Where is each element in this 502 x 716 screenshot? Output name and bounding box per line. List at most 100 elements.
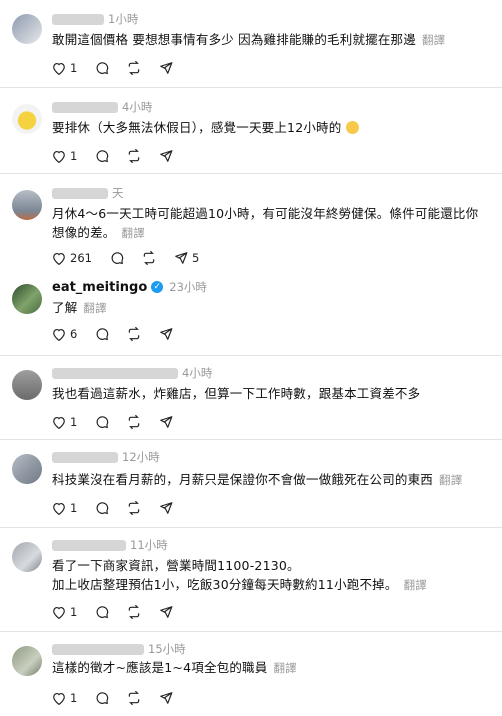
comment-text-content: 了解 xyxy=(52,300,78,315)
blurred-username[interactable] xyxy=(52,101,118,113)
blurred-username[interactable] xyxy=(52,539,126,551)
repost-button[interactable] xyxy=(127,327,141,341)
comment-text: 科技業沒在看月薪的，月薪只是保證你不會做一做餓死在公司的東西 翻譯 xyxy=(52,470,486,490)
action-bar: 1 xyxy=(52,412,191,432)
timestamp: 1小時 xyxy=(108,12,139,26)
repost-button[interactable] xyxy=(127,501,141,515)
author-reply-item: eat_meitingo ✓ 23小時 了解 翻譯 6 xyxy=(0,274,502,356)
repost-icon xyxy=(129,415,140,429)
comment-item: 4小時 要排休（大多無法休假日），感覺一天要上12小時的 1 xyxy=(0,88,502,174)
comment-text: 敢開這個價格 要想想事情有多少 因為雞排能賺的毛利就擺在那邊 翻譯 xyxy=(52,30,486,50)
comment-item: 天 月休4～6一天工時可能超過10小時，有可能沒年終勞健保。條件可能還比你想像的… xyxy=(0,174,502,274)
repost-button[interactable] xyxy=(127,149,141,163)
reply-button[interactable] xyxy=(95,691,109,705)
comment-text: 看了一下商家資訊，營業時間1100-2130。 加上收店整理預估1小，吃飯30分… xyxy=(52,556,486,595)
reply-button[interactable] xyxy=(95,605,109,619)
heart-icon xyxy=(53,692,65,705)
share-button[interactable] xyxy=(159,61,173,75)
reply-button[interactable] xyxy=(95,149,109,163)
heart-icon xyxy=(53,606,65,619)
comment-item: 15小時 這樣的徵才~應該是1~4項全包的職員 翻譯 1 xyxy=(0,632,502,716)
username[interactable]: eat_meitingo xyxy=(52,280,147,295)
avatar[interactable] xyxy=(12,104,42,134)
comment-icon xyxy=(96,328,109,341)
reply-button[interactable] xyxy=(95,61,109,75)
blurred-username[interactable] xyxy=(52,367,178,379)
like-count: 6 xyxy=(70,327,78,341)
like-button[interactable]: 6 xyxy=(52,327,77,341)
repost-icon xyxy=(129,691,140,705)
repost-button[interactable] xyxy=(127,691,141,705)
translate-link[interactable]: 翻譯 xyxy=(273,661,296,675)
share-button[interactable] xyxy=(159,501,173,515)
send-icon xyxy=(160,328,173,340)
blurred-username[interactable] xyxy=(52,451,118,463)
comment-icon xyxy=(111,252,124,265)
like-button[interactable]: 261 xyxy=(52,251,92,265)
share-count: 5 xyxy=(191,251,200,265)
like-button[interactable]: 1 xyxy=(52,691,77,705)
action-bar: 6 xyxy=(52,324,191,344)
action-bar: 1 xyxy=(52,602,191,622)
avatar[interactable] xyxy=(12,454,42,484)
comment-text-line: 看了一下商家資訊，營業時間1100-2130。 xyxy=(52,558,300,573)
comment-text-line-wrap: 加上收店整理預估1小，吃飯30分鐘每天時數約11小跑不掉。 翻譯 xyxy=(52,575,486,595)
comment-header: 12小時 xyxy=(52,448,160,466)
share-button[interactable] xyxy=(159,605,173,619)
share-button[interactable] xyxy=(159,149,173,163)
reply-button[interactable] xyxy=(95,415,109,429)
like-count: 1 xyxy=(70,415,78,429)
like-button[interactable]: 1 xyxy=(52,415,77,429)
like-count: 1 xyxy=(70,61,78,75)
repost-button[interactable] xyxy=(127,415,141,429)
reply-button[interactable] xyxy=(95,501,109,515)
share-button[interactable] xyxy=(159,691,173,705)
repost-button[interactable] xyxy=(127,605,141,619)
reply-button[interactable] xyxy=(95,327,109,341)
avatar[interactable] xyxy=(12,14,42,44)
avatar[interactable] xyxy=(12,370,42,400)
translate-link[interactable]: 翻譯 xyxy=(422,33,445,47)
comment-icon xyxy=(96,502,109,515)
avatar[interactable] xyxy=(12,542,42,572)
comment-header: 15小時 xyxy=(52,640,186,658)
share-button[interactable] xyxy=(159,415,173,429)
timestamp: 4小時 xyxy=(122,100,153,114)
avatar[interactable] xyxy=(12,284,42,314)
share-button[interactable] xyxy=(159,327,173,341)
comment-icon xyxy=(96,62,109,75)
blurred-username[interactable] xyxy=(52,13,104,25)
send-icon xyxy=(160,502,173,514)
comment-item: 12小時 科技業沒在看月薪的，月薪只是保證你不會做一做餓死在公司的東西 翻譯 1 xyxy=(0,440,502,528)
avatar[interactable] xyxy=(12,646,42,676)
repost-button[interactable] xyxy=(142,251,156,265)
like-button[interactable]: 1 xyxy=(52,501,77,515)
heart-icon xyxy=(53,252,65,265)
repost-icon xyxy=(129,149,140,163)
translate-link[interactable]: 翻譯 xyxy=(404,578,427,592)
comment-text: 月休4～6一天工時可能超過10小時，有可能沒年終勞健保。條件可能還比你想像的差。… xyxy=(52,204,486,243)
repost-button[interactable] xyxy=(127,61,141,75)
heart-icon xyxy=(53,502,65,515)
comment-text: 這樣的徵才~應該是1~4項全包的職員 翻譯 xyxy=(52,658,486,678)
like-button[interactable]: 1 xyxy=(52,605,77,619)
like-count: 1 xyxy=(70,691,78,705)
translate-link[interactable]: 翻譯 xyxy=(83,301,106,315)
heart-icon xyxy=(53,416,65,429)
like-button[interactable]: 1 xyxy=(52,149,77,163)
repost-icon xyxy=(143,251,155,265)
repost-icon xyxy=(129,501,140,515)
like-button[interactable]: 1 xyxy=(52,61,77,75)
comment-text-content: 要排休（大多無法休假日），感覺一天要上12小時的 xyxy=(52,120,342,135)
blurred-username[interactable] xyxy=(52,643,144,655)
comment-feed: 1小時 敢開這個價格 要想想事情有多少 因為雞排能賺的毛利就擺在那邊翻譯 1 xyxy=(0,0,502,716)
comment-item: 11小時 看了一下商家資訊，營業時間1100-2130。 加上收店整理預估1小，… xyxy=(0,528,502,632)
repost-icon xyxy=(129,61,140,75)
share-button[interactable]: 5 xyxy=(174,251,199,265)
blurred-username[interactable] xyxy=(52,187,108,199)
translate-link[interactable]: 翻譯 xyxy=(122,226,145,240)
translate-link[interactable]: 翻譯 xyxy=(439,473,462,487)
avatar[interactable] xyxy=(12,190,42,220)
reply-button[interactable] xyxy=(110,251,124,265)
send-icon xyxy=(160,416,173,428)
